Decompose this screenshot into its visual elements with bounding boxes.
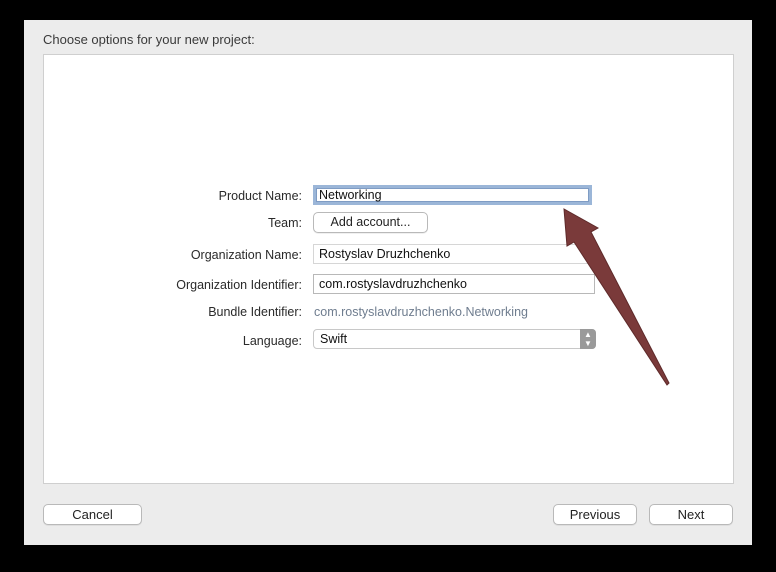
chevron-up-down-icon: ▲ ▼: [580, 329, 596, 349]
chevron-up-icon: ▲: [584, 330, 592, 339]
team-label: Team:: [267, 216, 302, 230]
organization-identifier-label: Organization Identifier:: [176, 278, 302, 292]
bundle-identifier-label: Bundle Identifier:: [208, 305, 302, 319]
options-panel: Product Name: Networking Team: Add accou…: [43, 54, 734, 484]
organization-name-field[interactable]: Rostyslav Druzhchenko: [313, 244, 595, 264]
product-name-label: Product Name:: [218, 189, 302, 203]
organization-identifier-field[interactable]: com.rostyslavdruzhchenko: [313, 274, 595, 294]
next-button[interactable]: Next: [649, 504, 733, 525]
bundle-identifier-value: com.rostyslavdruzhchenko.Networking: [314, 305, 528, 319]
language-label: Language:: [242, 334, 302, 348]
cancel-button[interactable]: Cancel: [43, 504, 142, 525]
add-account-button[interactable]: Add account...: [313, 212, 428, 233]
language-select[interactable]: Swift ▲ ▼: [313, 329, 596, 349]
previous-button[interactable]: Previous: [553, 504, 637, 525]
project-options-sheet: Choose options for your new project: Pro…: [24, 20, 752, 545]
language-select-value: Swift: [320, 332, 348, 346]
dialog-title: Choose options for your new project:: [43, 32, 255, 47]
product-name-field[interactable]: Networking: [313, 185, 592, 205]
chevron-down-icon: ▼: [584, 339, 592, 348]
organization-name-label: Organization Name:: [190, 248, 302, 262]
